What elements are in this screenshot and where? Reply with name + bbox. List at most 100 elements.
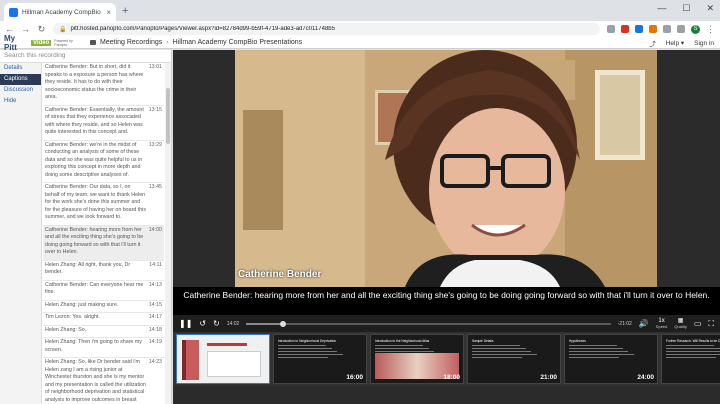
browser-menu-icon[interactable]: ⋮ [706, 24, 715, 34]
sign-in-link[interactable]: Sign in [694, 40, 714, 47]
speed-control[interactable]: 1x Speed [656, 318, 668, 330]
caption-time[interactable]: 14:23 [146, 359, 162, 404]
profile-avatar[interactable]: S [691, 24, 700, 34]
star-icon[interactable] [607, 25, 615, 33]
slide-text-lines [472, 345, 552, 360]
caption-scrollbar[interactable] [165, 63, 171, 404]
tab-details[interactable]: Details [0, 63, 41, 74]
caption-text: Catherine Bender: Essentially, the amoun… [45, 106, 144, 136]
slide-thumbnail[interactable]: Introduction to the Neighborhood Atlas 18… [370, 334, 464, 384]
back-arrow-icon[interactable]: ← [5, 24, 14, 34]
caption-time[interactable]: 14:17 [146, 314, 162, 322]
caption-text: Catherine Bender: Can everyone hear me f… [45, 281, 144, 296]
caption-row[interactable]: Catherine Bender: Our data, so I, on beh… [43, 183, 164, 226]
slide-title: Further Research: Will Results to be Dis… [666, 339, 720, 343]
remaining-time: -21:02 [617, 320, 632, 327]
caption-row[interactable]: Helen Zhang: All right, thank you, Dr be… [43, 261, 164, 281]
caption-row[interactable]: Helen Zhang: just making sure. 14:15 [43, 301, 164, 313]
slide-thumbnail[interactable]: Sample Details 21:00 [467, 334, 561, 384]
breadcrumb-folder[interactable]: Meeting Recordings [100, 39, 162, 46]
powered-by-label: Powered by Panopto [54, 38, 73, 47]
extensions-puzzle-icon[interactable] [677, 25, 685, 33]
url-field[interactable]: 🔒 pitt.hosted.panopto.com/Panopto/Pages/… [53, 23, 600, 35]
caption-time[interactable]: 14:13 [146, 282, 162, 297]
close-window-button[interactable]: ✕ [706, 3, 714, 14]
slide-time: 24:00 [637, 374, 654, 381]
extension-gray-icon[interactable] [663, 25, 671, 33]
maximize-button[interactable]: ☐ [682, 3, 690, 14]
slide-thumbnail[interactable]: Hypotheses 24:00 [564, 334, 658, 384]
caption-row[interactable]: Catherine Bender: But in short, did it s… [43, 63, 164, 106]
caption-text: Helen Zhang: Then i'm going to share my … [45, 339, 142, 353]
caption-text: Tim Lezon: Yes. alright. [45, 314, 100, 320]
minimize-button[interactable]: — [657, 3, 666, 14]
help-menu[interactable]: Help ▾ [666, 39, 684, 47]
rewind-icon[interactable]: ↺ [199, 319, 206, 329]
browser-tab[interactable]: Hillman Academy CompBio × [4, 3, 116, 21]
reload-icon[interactable]: ↻ [37, 24, 46, 34]
forward-icon[interactable]: ↻ [213, 319, 220, 329]
caption-time[interactable]: 13:01 [146, 64, 162, 102]
extension-orange-icon[interactable] [649, 25, 657, 33]
caption-row[interactable]: Catherine Bender: hearing more from her … [43, 225, 164, 261]
slide-thumbnail[interactable]: Introduction to Neighborhood Deprivation… [273, 334, 367, 384]
browser-tab-bar: Hillman Academy CompBio × + — ☐ ✕ [0, 0, 720, 21]
address-bar: ← → ↻ 🔒 pitt.hosted.panopto.com/Panopto/… [0, 21, 720, 37]
tab-captions[interactable]: Captions [0, 74, 41, 85]
slide-thumbnail-strip: Introduction to Neighborhood Deprivation… [173, 332, 720, 386]
pause-button[interactable]: ❚❚ [179, 319, 192, 329]
video-frame[interactable]: Catherine Bender [235, 50, 657, 287]
caption-text: Catherine Bender: Our data, so I, on beh… [45, 184, 147, 220]
scrollbar-thumb[interactable] [166, 88, 170, 144]
new-tab-button[interactable]: + [122, 5, 128, 17]
folder-icon [90, 40, 96, 45]
volume-icon[interactable]: 🔊 [639, 319, 649, 329]
caption-row[interactable]: Catherine Bender: Essentially, the amoun… [43, 106, 164, 141]
share-icon[interactable]: ⤴ [649, 38, 656, 48]
caption-time[interactable]: 13:45 [146, 184, 162, 222]
caption-row[interactable]: Catherine Bender: Can everyone hear me f… [43, 281, 164, 301]
slide-title: Introduction to Neighborhood Deprivation [278, 339, 337, 343]
caption-time[interactable]: 13:29 [146, 142, 162, 180]
progress-handle[interactable] [279, 320, 286, 327]
caption-row[interactable]: Helen Zhang: So, 14:18 [43, 326, 164, 338]
elapsed-time: 14:02 [226, 320, 240, 327]
quality-control[interactable]: ▦ Quality [674, 318, 686, 330]
extension-red-icon[interactable] [621, 25, 629, 33]
sidebar-tabs: Details Captions Discussion Hide [0, 63, 42, 404]
caption-text: Helen Zhang: All right, thank you, Dr be… [45, 261, 131, 276]
caption-time[interactable]: 13:15 [146, 107, 162, 137]
caption-row[interactable]: Helen Zhang: So, like Dr bender said i'm… [43, 358, 164, 404]
extension-blue-icon[interactable] [635, 25, 643, 33]
slide-text-lines [278, 345, 358, 360]
tab-close-icon[interactable]: × [106, 8, 111, 17]
speaker-name-overlay: Catherine Bender [238, 269, 322, 280]
lock-icon: 🔒 [59, 26, 67, 33]
search-input[interactable]: Search this recording [0, 50, 172, 63]
caption-row[interactable]: Helen Zhang: Then i'm going to share my … [43, 338, 164, 358]
panopto-header: My Pitt Video Powered by Panopto Meeting… [0, 34, 720, 52]
caption-row[interactable]: Catherine Bender: we're in the midst of … [43, 141, 164, 183]
tab-hide[interactable]: Hide [0, 96, 41, 107]
caption-time[interactable]: 14:15 [146, 302, 162, 310]
fullscreen-icon[interactable]: ⛶ [708, 319, 714, 329]
tab-discussion[interactable]: Discussion [0, 85, 41, 96]
slide-thumbnail[interactable]: Further Research: Will Results to be Dis… [661, 334, 720, 384]
progress-fill [246, 322, 283, 325]
caption-time[interactable]: 14:18 [146, 327, 162, 335]
forward-arrow-icon[interactable]: → [21, 24, 30, 34]
slide-thumbnail[interactable] [176, 334, 270, 384]
slide-text-lines [569, 345, 649, 360]
slide-time: 21:00 [540, 374, 557, 381]
progress-bar[interactable] [246, 320, 611, 327]
caption-time[interactable]: 14:00 [146, 227, 162, 257]
caption-time[interactable]: 14:11 [146, 262, 162, 277]
slide-title: Introduction to the Neighborhood Atlas [375, 339, 430, 343]
caption-row[interactable]: Tim Lezon: Yes. alright. 14:17 [43, 313, 164, 326]
caption-overlay: Catherine Bender: hearing more from her … [173, 287, 720, 315]
pip-icon[interactable]: ▭ [694, 319, 702, 329]
caption-text: Catherine Bender: But in short, did it s… [45, 64, 144, 100]
caption-time[interactable]: 14:19 [146, 339, 162, 354]
site-logo[interactable]: My Pitt Video Powered by Panopto [0, 34, 84, 52]
logo-text: My Pitt [4, 33, 17, 52]
